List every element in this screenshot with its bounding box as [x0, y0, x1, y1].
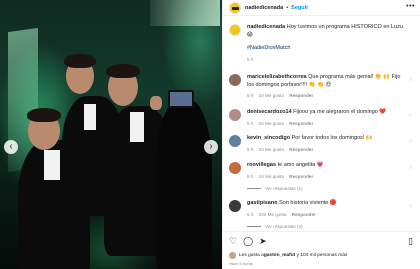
- follow-button[interactable]: Seguir: [291, 5, 308, 11]
- view-replies-button[interactable]: Ver respuestas (1): [247, 185, 405, 193]
- view-replies-line: [247, 188, 261, 190]
- like-heart-icon[interactable]: ♡: [229, 236, 237, 246]
- view-replies-button[interactable]: Ver respuestas (2): [247, 223, 405, 230]
- comment-username[interactable]: roovillegas: [247, 162, 276, 168]
- comment-text: te amo angelita 💗: [277, 162, 324, 168]
- commenter-avatar[interactable]: [229, 135, 241, 147]
- comment-time: 5 h: [247, 173, 254, 179]
- view-replies-label: Ver respuestas (1): [265, 186, 303, 191]
- comment-username[interactable]: maricelelizabethcorrea: [247, 74, 307, 80]
- comment-likes[interactable]: 24 Me gusta: [259, 174, 284, 179]
- reply-button[interactable]: Responder: [289, 147, 313, 152]
- person-left-shirt: [44, 150, 60, 180]
- camera-monitor: [168, 90, 194, 108]
- caption-username[interactable]: nadiedicenada: [247, 24, 285, 30]
- like-comment-heart-icon[interactable]: ♡: [409, 78, 413, 84]
- account-username[interactable]: nadiedicenada: [245, 5, 283, 11]
- likes-prefix: Les gusta a: [239, 253, 264, 258]
- reply-button[interactable]: Responder: [292, 212, 316, 217]
- comment-time: 5 h: [247, 93, 254, 98]
- commenter-avatar[interactable]: [229, 109, 241, 121]
- post-header: nadiedicenada • Seguir •••: [223, 0, 420, 16]
- comment-username[interactable]: denisecardozo14: [247, 109, 292, 115]
- reply-button[interactable]: Responder: [289, 121, 313, 126]
- comment-time: 5 h: [247, 120, 254, 126]
- person-right-hand: [150, 96, 162, 110]
- previous-photo-button[interactable]: ‹: [4, 140, 18, 154]
- person-left-hair: [27, 108, 61, 122]
- comments-list[interactable]: nadiedicenada Hoy tuvimos un programa HI…: [223, 24, 420, 230]
- like-comment-heart-icon[interactable]: ♡: [409, 113, 413, 119]
- comment-bubble-icon[interactable]: ◯: [243, 236, 253, 246]
- commenter-avatar[interactable]: [229, 162, 241, 174]
- commenter-avatar[interactable]: [229, 74, 241, 86]
- likes-suffix: y 104 mil personas más: [295, 253, 348, 258]
- reply-button[interactable]: Responder: [289, 93, 313, 98]
- account-avatar[interactable]: [229, 1, 241, 14]
- caption-hashtag[interactable]: #NadieDiceMatch: [247, 45, 290, 51]
- liker-username[interactable]: gaston_mafut: [264, 253, 295, 258]
- post-footer: ♡ ◯ ➤ ▯ Les gusta a gaston_mafut y 104 m…: [223, 231, 420, 269]
- like-comment-heart-icon[interactable]: ♡: [409, 204, 413, 210]
- person-center-hair: [64, 54, 96, 68]
- person-right-shirt: [130, 112, 144, 142]
- comment-time: 5 h: [247, 211, 254, 217]
- background-light-strip: [150, 0, 220, 26]
- comment-username[interactable]: kevin_sincodigo: [247, 135, 290, 141]
- person-center-shirt: [84, 104, 96, 130]
- comment-time: 5 h: [247, 146, 254, 152]
- liker-avatar: [229, 252, 236, 259]
- comment-text: Fijooo ya me alegraron el domingo ❤️: [293, 109, 387, 115]
- comment-likes[interactable]: 20 Me gusta: [259, 93, 284, 98]
- comment-text: Por favor todos los domingos! 🙌: [291, 135, 373, 141]
- header-separator: •: [286, 4, 289, 11]
- more-options-icon[interactable]: •••: [406, 3, 415, 10]
- view-replies-label: Ver respuestas (2): [265, 224, 303, 229]
- reply-button[interactable]: Responder: [289, 174, 313, 179]
- post-side-panel: nadiedicenada • Seguir ••• nadiedicenada…: [222, 0, 420, 269]
- post-photo[interactable]: ‹ ›: [0, 0, 222, 269]
- comment-text: Son historia viviente 🔴: [279, 200, 337, 206]
- caption-time: 5 h: [247, 56, 254, 62]
- next-photo-button[interactable]: ›: [204, 140, 218, 154]
- likes-summary[interactable]: Les gusta a gaston_mafut y 104 mil perso…: [229, 252, 347, 259]
- comment-likes[interactable]: 232 Me gusta: [259, 212, 287, 217]
- like-comment-heart-icon[interactable]: ♡: [409, 166, 413, 172]
- commenter-avatar[interactable]: [229, 200, 241, 212]
- comment-likes[interactable]: 20 Me gusta: [259, 121, 284, 126]
- view-replies-line: [247, 226, 261, 228]
- share-send-icon[interactable]: ➤: [259, 236, 267, 246]
- comment-likes[interactable]: 20 Me gusta: [259, 147, 284, 152]
- like-comment-heart-icon[interactable]: ♡: [409, 139, 413, 145]
- comment-username[interactable]: gastipisano: [247, 200, 278, 206]
- person-right-hair: [106, 64, 140, 78]
- bookmark-icon[interactable]: ▯: [408, 236, 413, 246]
- caption-avatar[interactable]: [229, 24, 241, 36]
- camera-operator: [156, 100, 212, 269]
- post-date: Hace 5 horas: [229, 261, 253, 266]
